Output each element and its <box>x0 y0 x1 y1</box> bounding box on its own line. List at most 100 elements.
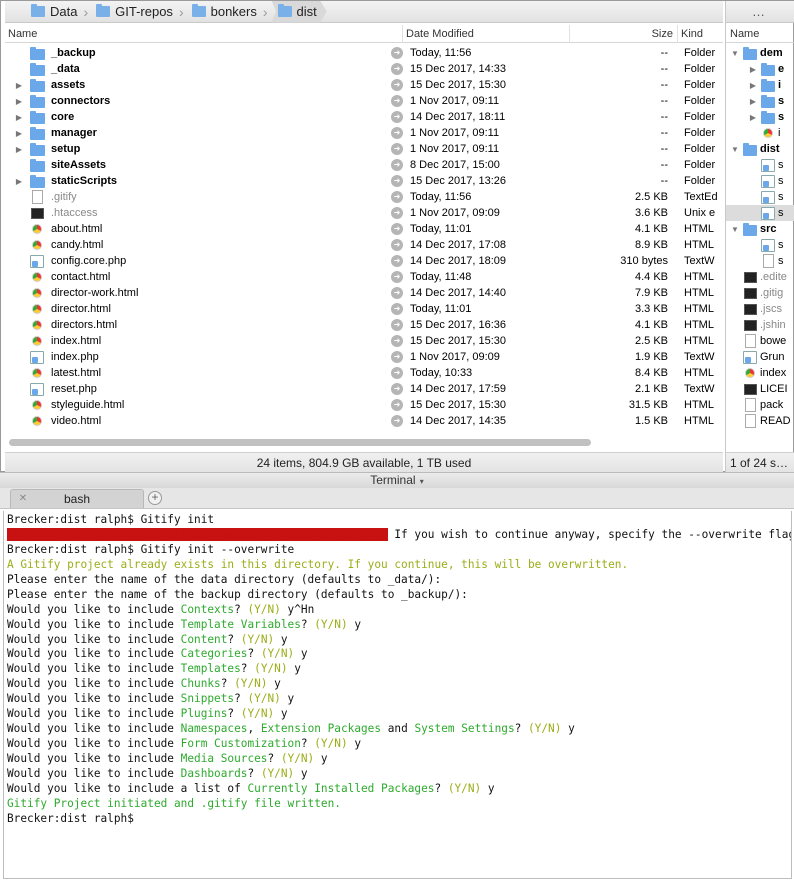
disclosure-triangle-icon[interactable]: ▶ <box>13 113 25 122</box>
file-row[interactable]: director.html ➜ Today, 11:01 3.3 KB HTML <box>5 301 723 317</box>
secondary-row[interactable]: s <box>726 189 794 205</box>
secondary-row[interactable]: ▶ s <box>726 109 794 125</box>
secondary-row[interactable]: ▼ dist <box>726 141 794 157</box>
go-arrow-icon[interactable]: ➜ <box>391 127 403 139</box>
file-row[interactable]: directors.html ➜ 15 Dec 2017, 16:36 4.1 KB H… <box>5 317 723 333</box>
secondary-row[interactable]: s <box>726 173 794 189</box>
terminal-output[interactable]: Brecker:dist ralph$ Gitify init Error: a … <box>3 511 792 879</box>
file-row[interactable]: video.html ➜ 14 Dec 2017, 14:35 1.5 KB HTML <box>5 413 723 429</box>
disclosure-triangle-icon[interactable]: ▶ <box>748 113 758 122</box>
secondary-row[interactable]: s <box>726 205 794 221</box>
secondary-row[interactable]: i <box>726 125 794 141</box>
terminal-titlebar[interactable]: Terminal ▾ <box>0 472 794 488</box>
file-row[interactable]: candy.html ➜ 14 Dec 2017, 17:08 8.9 KB HTML <box>5 237 723 253</box>
secondary-row[interactable]: .jshin <box>726 317 794 333</box>
secondary-row[interactable]: READ <box>726 413 794 429</box>
disclosure-triangle-icon[interactable]: ▼ <box>730 145 740 154</box>
file-row[interactable]: director-work.html ➜ 14 Dec 2017, 14:40 7.9… <box>5 285 723 301</box>
secondary-row[interactable]: LICEI <box>726 381 794 397</box>
secondary-path-label[interactable]: … <box>752 4 765 19</box>
secondary-row[interactable]: ▶ s <box>726 93 794 109</box>
file-row[interactable]: ▶ connectors ➜ 1 Nov 2017, 09:11 -- Folder <box>5 93 723 109</box>
secondary-row[interactable]: .gitig <box>726 285 794 301</box>
go-arrow-icon[interactable]: ➜ <box>391 79 403 91</box>
go-arrow-icon[interactable]: ➜ <box>391 95 403 107</box>
disclosure-triangle-icon[interactable]: ▶ <box>13 145 25 154</box>
breadcrumb-item[interactable]: bonkers › <box>188 1 272 23</box>
go-arrow-icon[interactable]: ➜ <box>391 287 403 299</box>
file-row[interactable]: ▶ core ➜ 14 Dec 2017, 18:11 -- Folder <box>5 109 723 125</box>
file-row[interactable]: .gitify ➜ Today, 11:56 2.5 KB TextEd <box>5 189 723 205</box>
secondary-row[interactable]: Grun <box>726 349 794 365</box>
secondary-row[interactable]: index <box>726 365 794 381</box>
disclosure-triangle-icon[interactable]: ▶ <box>748 65 758 74</box>
go-arrow-icon[interactable]: ➜ <box>391 415 403 427</box>
go-arrow-icon[interactable]: ➜ <box>391 335 403 347</box>
go-arrow-icon[interactable]: ➜ <box>391 351 403 363</box>
go-arrow-icon[interactable]: ➜ <box>391 271 403 283</box>
disclosure-triangle-icon[interactable]: ▶ <box>13 81 25 90</box>
disclosure-triangle-icon[interactable]: ▶ <box>13 97 25 106</box>
go-arrow-icon[interactable]: ➜ <box>391 143 403 155</box>
go-arrow-icon[interactable]: ➜ <box>391 367 403 379</box>
breadcrumb-item[interactable]: Data › <box>27 1 92 23</box>
chevron-down-icon[interactable]: ▾ <box>418 477 424 486</box>
column-date-modified[interactable]: Date Modified <box>403 25 570 43</box>
go-arrow-icon[interactable]: ➜ <box>391 191 403 203</box>
go-arrow-icon[interactable]: ➜ <box>391 319 403 331</box>
column-kind[interactable]: Kind <box>678 25 723 43</box>
go-arrow-icon[interactable]: ➜ <box>391 383 403 395</box>
file-row[interactable]: reset.php ➜ 14 Dec 2017, 17:59 2.1 KB TextW <box>5 381 723 397</box>
tab-bash[interactable]: ✕ bash <box>10 489 144 508</box>
secondary-row[interactable]: ▶ e <box>726 61 794 77</box>
file-row[interactable]: index.html ➜ 15 Dec 2017, 15:30 2.5 KB HTML <box>5 333 723 349</box>
column-name[interactable]: Name <box>5 25 403 43</box>
go-arrow-icon[interactable]: ➜ <box>391 223 403 235</box>
secondary-row[interactable]: .edite <box>726 269 794 285</box>
secondary-row[interactable]: ▼ dem <box>726 45 794 61</box>
go-arrow-icon[interactable]: ➜ <box>391 175 403 187</box>
disclosure-triangle-icon[interactable]: ▶ <box>13 129 25 138</box>
add-tab-button[interactable]: + <box>148 491 162 505</box>
go-arrow-icon[interactable]: ➜ <box>391 159 403 171</box>
go-arrow-icon[interactable]: ➜ <box>391 303 403 315</box>
secondary-row[interactable]: .jscs <box>726 301 794 317</box>
disclosure-triangle-icon[interactable]: ▶ <box>748 81 758 90</box>
go-arrow-icon[interactable]: ➜ <box>391 111 403 123</box>
secondary-row[interactable]: s <box>726 157 794 173</box>
disclosure-triangle-icon[interactable]: ▶ <box>13 177 25 186</box>
file-row[interactable]: about.html ➜ Today, 11:01 4.1 KB HTML <box>5 221 723 237</box>
secondary-column-name[interactable]: Name <box>726 25 794 43</box>
secondary-row[interactable]: pack <box>726 397 794 413</box>
file-row[interactable]: contact.html ➜ Today, 11:48 4.4 KB HTML <box>5 269 723 285</box>
file-row[interactable]: config.core.php ➜ 14 Dec 2017, 18:09 310 by… <box>5 253 723 269</box>
secondary-row[interactable]: ▶ i <box>726 77 794 93</box>
close-icon[interactable]: ✕ <box>17 493 29 505</box>
file-row[interactable]: _backup ➜ Today, 11:56 -- Folder <box>5 45 723 61</box>
file-row[interactable]: ▶ assets ➜ 15 Dec 2017, 15:30 -- Folder <box>5 77 723 93</box>
file-row[interactable]: ▶ setup ➜ 1 Nov 2017, 09:11 -- Folder <box>5 141 723 157</box>
file-row[interactable]: ▶ staticScripts ➜ 15 Dec 2017, 13:26 -- Folde… <box>5 173 723 189</box>
file-row[interactable]: _data ➜ 15 Dec 2017, 14:33 -- Folder <box>5 61 723 77</box>
file-row[interactable]: ▶ manager ➜ 1 Nov 2017, 09:11 -- Folder <box>5 125 723 141</box>
go-arrow-icon[interactable]: ➜ <box>391 255 403 267</box>
file-row[interactable]: siteAssets ➜ 8 Dec 2017, 15:00 -- Folder <box>5 157 723 173</box>
apple-icon[interactable] <box>734 5 748 19</box>
secondary-row[interactable]: ▼ src <box>726 221 794 237</box>
disclosure-triangle-icon[interactable]: ▶ <box>748 97 758 106</box>
file-row[interactable]: latest.html ➜ Today, 10:33 8.4 KB HTML <box>5 365 723 381</box>
apple-icon[interactable] <box>9 5 23 19</box>
breadcrumb-item[interactable]: GIT-repos › <box>92 1 187 23</box>
horizontal-scrollbar[interactable] <box>9 439 591 446</box>
column-size[interactable]: Size <box>570 25 678 43</box>
disclosure-triangle-icon[interactable]: ▼ <box>730 225 740 234</box>
go-arrow-icon[interactable]: ➜ <box>391 239 403 251</box>
secondary-row[interactable]: s <box>726 253 794 269</box>
file-row[interactable]: index.php ➜ 1 Nov 2017, 09:09 1.9 KB TextW <box>5 349 723 365</box>
file-row[interactable]: styleguide.html ➜ 15 Dec 2017, 15:30 31.5 K… <box>5 397 723 413</box>
secondary-row[interactable]: s <box>726 237 794 253</box>
breadcrumb-item[interactable]: dist <box>271 0 327 23</box>
disclosure-triangle-icon[interactable]: ▼ <box>730 49 740 58</box>
secondary-row[interactable]: bowe <box>726 333 794 349</box>
go-arrow-icon[interactable]: ➜ <box>391 47 403 59</box>
